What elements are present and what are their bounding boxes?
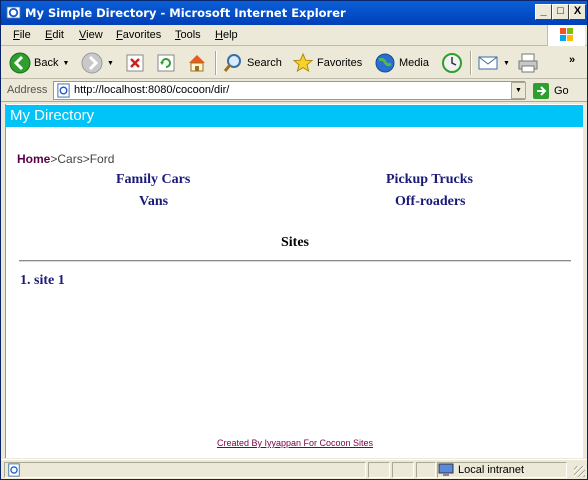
close-button[interactable]: X: [569, 4, 586, 20]
category-link-family-cars[interactable]: Family Cars: [116, 172, 190, 188]
minimize-button[interactable]: _: [535, 4, 552, 20]
mail-button[interactable]: ▼: [477, 50, 510, 76]
mail-icon: [478, 56, 498, 70]
menu-view[interactable]: View: [79, 29, 103, 41]
footer-credit-link[interactable]: Created By Iyyappan For Cocoon Sites: [6, 438, 583, 448]
security-zone-label: Local intranet: [458, 464, 525, 476]
toolbar: Back ▼ ▼ Search Favorites Media ▼ »: [1, 47, 587, 79]
address-bar: Address http://localhost:8080/cocoon/dir…: [1, 80, 587, 102]
media-label: Media: [399, 57, 429, 69]
page-status-icon: [8, 463, 20, 477]
search-label: Search: [247, 57, 282, 69]
forward-arrow-icon: [81, 52, 103, 74]
back-arrow-icon: [9, 52, 31, 74]
history-clock-icon: [442, 53, 462, 73]
address-input[interactable]: http://localhost:8080/cocoon/dir/: [53, 81, 525, 100]
address-dropdown-icon[interactable]: ▼: [511, 82, 526, 99]
security-zone[interactable]: Local intranet: [438, 462, 524, 478]
page-viewport: My Directory Home>Cars>Ford Family Cars …: [5, 104, 583, 458]
status-cell: [392, 462, 414, 478]
menu-bar: File Edit View Favorites Tools Help: [1, 25, 587, 46]
address-url: http://localhost:8080/cocoon/dir/: [74, 84, 230, 96]
category-link-pickup-trucks[interactable]: Pickup Trucks: [386, 172, 473, 188]
favorites-button[interactable]: Favorites: [292, 50, 362, 76]
home-button[interactable]: [186, 50, 208, 76]
address-label: Address: [7, 84, 48, 96]
history-button[interactable]: [441, 50, 463, 76]
print-button[interactable]: [517, 50, 539, 76]
go-arrow-icon: [533, 83, 549, 99]
go-button[interactable]: Go: [532, 82, 569, 100]
go-label: Go: [554, 85, 569, 97]
mail-dropdown-icon[interactable]: ▼: [503, 60, 510, 67]
refresh-icon: [157, 54, 175, 72]
home-icon: [189, 55, 205, 72]
status-cell: [416, 462, 436, 478]
divider: [19, 260, 571, 262]
stop-icon: [126, 54, 144, 72]
status-cell: [368, 462, 390, 478]
printer-icon: [518, 53, 538, 73]
menu-help[interactable]: Help: [215, 29, 238, 41]
toolbar-separator: [470, 51, 472, 75]
toolbar-more-chevron-icon[interactable]: »: [569, 47, 575, 73]
category-link-off-roaders[interactable]: Off-roaders: [395, 194, 466, 210]
breadcrumb-trail: >Cars>Ford: [50, 152, 115, 166]
toolbar-separator: [215, 51, 217, 75]
back-dropdown-icon[interactable]: ▼: [62, 60, 69, 67]
title-bar[interactable]: My Simple Directory - Microsoft Internet…: [1, 1, 587, 25]
back-button[interactable]: Back ▼: [9, 50, 69, 76]
status-bar: Local intranet: [1, 459, 587, 479]
star-icon: [292, 52, 314, 73]
menu-favorites[interactable]: Favorites: [116, 29, 161, 41]
intranet-zone-icon: [438, 463, 454, 476]
browser-window: My Simple Directory - Microsoft Internet…: [0, 0, 588, 480]
breadcrumb: Home>Cars>Ford: [17, 152, 114, 166]
page-icon: [57, 83, 70, 98]
stop-button[interactable]: [125, 50, 145, 76]
forward-dropdown-icon[interactable]: ▼: [107, 60, 114, 67]
breadcrumb-home-link[interactable]: Home: [17, 152, 50, 166]
site-link[interactable]: 1. site 1: [20, 273, 65, 289]
menu-tools[interactable]: Tools: [175, 29, 201, 41]
media-button[interactable]: Media: [374, 50, 429, 76]
forward-button[interactable]: ▼: [81, 50, 114, 76]
window-title: My Simple Directory - Microsoft Internet…: [25, 6, 346, 20]
refresh-button[interactable]: [156, 50, 176, 76]
search-icon: [223, 54, 241, 72]
menu-edit[interactable]: Edit: [45, 29, 64, 41]
status-message-cell: [4, 462, 366, 478]
resize-grip-icon[interactable]: [574, 466, 585, 477]
page-header: My Directory: [6, 105, 583, 127]
menu-file[interactable]: File: [13, 29, 31, 41]
ie-app-icon: [6, 6, 21, 19]
search-button[interactable]: Search: [222, 50, 282, 76]
maximize-button[interactable]: □: [552, 4, 569, 20]
back-label: Back: [34, 57, 59, 69]
favorites-label: Favorites: [317, 57, 363, 69]
sites-heading: Sites: [281, 235, 309, 250]
windows-logo-icon: [547, 25, 585, 46]
content-edge: [583, 104, 587, 458]
category-link-vans[interactable]: Vans: [139, 194, 168, 210]
globe-icon: [375, 53, 395, 73]
